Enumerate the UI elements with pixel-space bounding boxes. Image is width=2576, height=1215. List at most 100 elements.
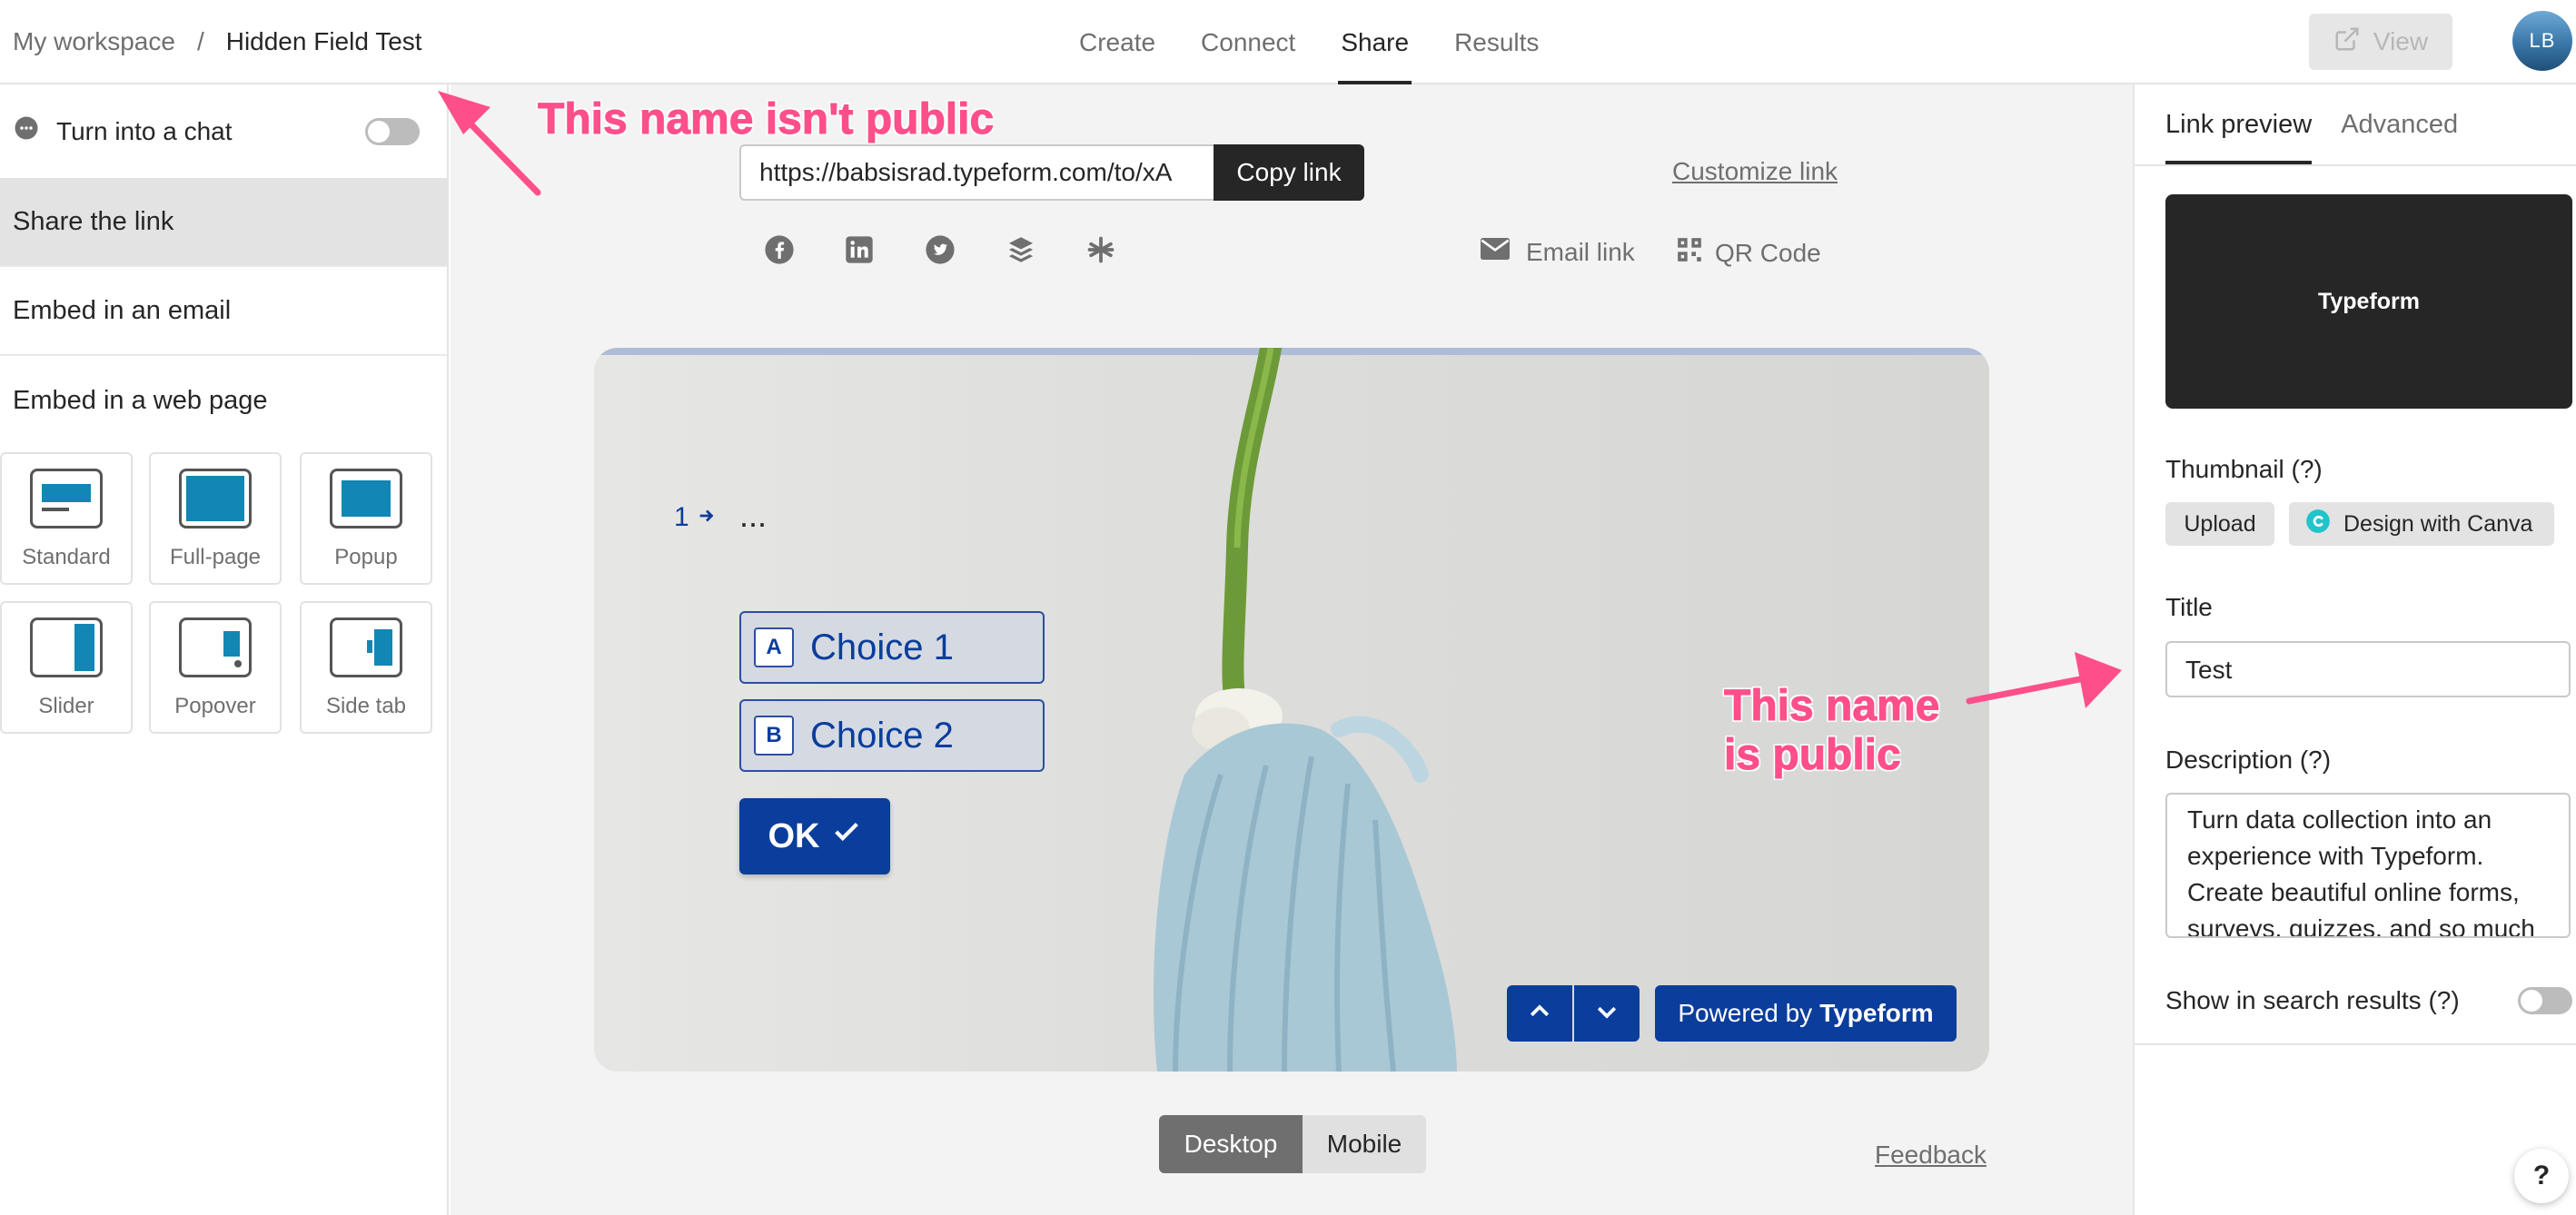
choice-a-key: A [754,627,794,667]
description-input[interactable]: Turn data collection into an experience … [2165,793,2571,938]
facebook-icon[interactable] [762,232,797,267]
embed-popup-card[interactable]: Popup [300,452,432,585]
choice-a-label: Choice 1 [810,627,954,667]
breadcrumb-workspace[interactable]: My workspace [13,27,175,56]
powered-by-typeform[interactable]: Powered by Typeform [1655,985,1957,1042]
tabs-divider [2135,164,2576,166]
email-link[interactable]: Email link [1481,237,1635,267]
tab-create[interactable]: Create [1056,0,1178,84]
asterisk-icon[interactable] [1084,232,1118,267]
embed-standard-card[interactable]: Standard [0,452,133,585]
previous-question-button[interactable] [1507,985,1572,1042]
link-preview-panel: Link preview Advanced Typeform Thumbnail… [2133,84,2576,1215]
email-link-label: Email link [1526,237,1635,266]
embed-popover-card[interactable]: Popover [149,601,282,734]
embed-sidetab-card[interactable]: Side tab [300,601,432,734]
powered-by-brand: Typeform [1819,999,1934,1027]
search-results-label: Show in search results (?) [2165,986,2460,1014]
share-link-field[interactable]: https://babsisrad.typeform.com/to/xA [739,144,1214,201]
sidebar-item-embed-email[interactable]: Embed in an email [0,267,447,356]
popover-embed-icon [179,617,252,677]
embed-fullpage-card[interactable]: Full-page [149,452,282,585]
chevron-up-icon [1526,998,1553,1030]
view-button-label: View [2373,27,2429,55]
question-text: ... [739,497,768,534]
chat-bubble-icon [13,114,40,148]
sidebar-item-embed-web[interactable]: Embed in a web page [0,356,447,445]
breadcrumb-separator: / [196,27,204,55]
qr-code-icon [1677,237,1702,269]
qr-code-link[interactable]: QR Code [1677,237,1821,269]
avatar[interactable]: LB [2512,11,2572,71]
annotation-is-public-line2: is public [1724,731,1902,780]
feedback-link[interactable]: Feedback [1875,1141,1986,1170]
embed-popover-label: Popover [174,694,256,718]
standard-embed-icon [30,469,103,528]
fullpage-embed-icon [179,469,252,528]
choice-a[interactable]: A Choice 1 [739,611,1045,684]
mobile-preview-button[interactable]: Mobile [1303,1115,1426,1173]
embed-sidetab-label: Side tab [325,694,407,718]
title-label: Title [2165,593,2213,621]
link-preview-card: Typeform [2165,194,2572,409]
sidetab-embed-icon [330,617,402,677]
embed-popup-label: Popup [334,545,398,569]
choice-b[interactable]: B Choice 2 [739,699,1045,772]
question-number-value: 1 [674,502,689,532]
canva-button-label: Design with Canva [2343,510,2533,537]
envelope-icon [1481,237,1510,267]
choice-b-key: B [754,716,794,756]
canva-icon [2305,509,2331,540]
search-results-toggle[interactable] [2518,987,2572,1014]
tab-connect[interactable]: Connect [1178,0,1318,84]
embed-fullpage-label: Full-page [169,545,262,569]
annotation-is-public-line1: This name [1723,682,1940,731]
customize-link[interactable]: Customize link [1672,157,1838,186]
breadcrumb: My workspace / Hidden Field Test [13,27,422,56]
buffer-icon[interactable] [1004,232,1038,267]
copy-link-button[interactable]: Copy link [1214,144,1364,201]
embed-standard-label: Standard [22,545,111,569]
chevron-down-icon [1593,998,1620,1030]
annotation-not-public: This name isn't public [537,95,995,144]
popup-embed-icon [330,469,402,528]
embed-slider-label: Slider [38,694,94,718]
tab-advanced[interactable]: Advanced [2341,84,2458,164]
panel-divider [2135,1043,2576,1045]
breadcrumb-form-name[interactable]: Hidden Field Test [226,27,422,56]
upload-button[interactable]: Upload [2165,502,2274,546]
sidebar-item-share-link[interactable]: Share the link [0,178,447,267]
chat-row: Turn into a chat [0,84,447,178]
embed-slider-card[interactable]: Slider [0,601,133,734]
view-button[interactable]: View [2309,14,2452,70]
description-label: Description (?) [2165,746,2332,774]
ok-button[interactable]: OK [739,798,890,874]
device-toggle: Desktop Mobile [1159,1115,1426,1173]
external-link-icon [2333,25,2361,59]
twitter-icon[interactable] [923,232,957,267]
right-panel-tabs: Link preview Advanced [2165,84,2458,164]
arrow-right-icon [697,502,717,533]
share-main: https://babsisrad.typeform.com/to/xA Cop… [451,84,2133,1215]
chat-toggle[interactable] [365,118,420,145]
tab-share[interactable]: Share [1318,0,1432,84]
share-sidebar: Turn into a chat Share the link Embed in… [0,84,449,1215]
design-with-canva-button[interactable]: Design with Canva [2289,502,2554,546]
checkmark-icon [831,816,862,856]
ok-button-label: OK [768,816,820,855]
title-input[interactable]: Test [2165,641,2571,697]
question-number: 1 [674,502,717,533]
linkedin-icon[interactable] [842,232,877,267]
chat-label: Turn into a chat [56,116,233,145]
tab-link-preview[interactable]: Link preview [2165,84,2313,164]
thumbnail-label: Thumbnail (?) [2165,455,2323,483]
tab-results[interactable]: Results [1432,0,1561,84]
qr-code-label: QR Code [1715,238,1821,267]
next-question-button[interactable] [1574,985,1640,1042]
top-bar: My workspace / Hidden Field Test Create … [0,0,2576,84]
slider-embed-icon [30,617,103,677]
choice-b-label: Choice 2 [810,715,954,756]
help-button[interactable]: ? [2514,1149,2569,1203]
desktop-preview-button[interactable]: Desktop [1159,1115,1303,1173]
main-nav: Create Connect Share Results [1056,0,1561,84]
